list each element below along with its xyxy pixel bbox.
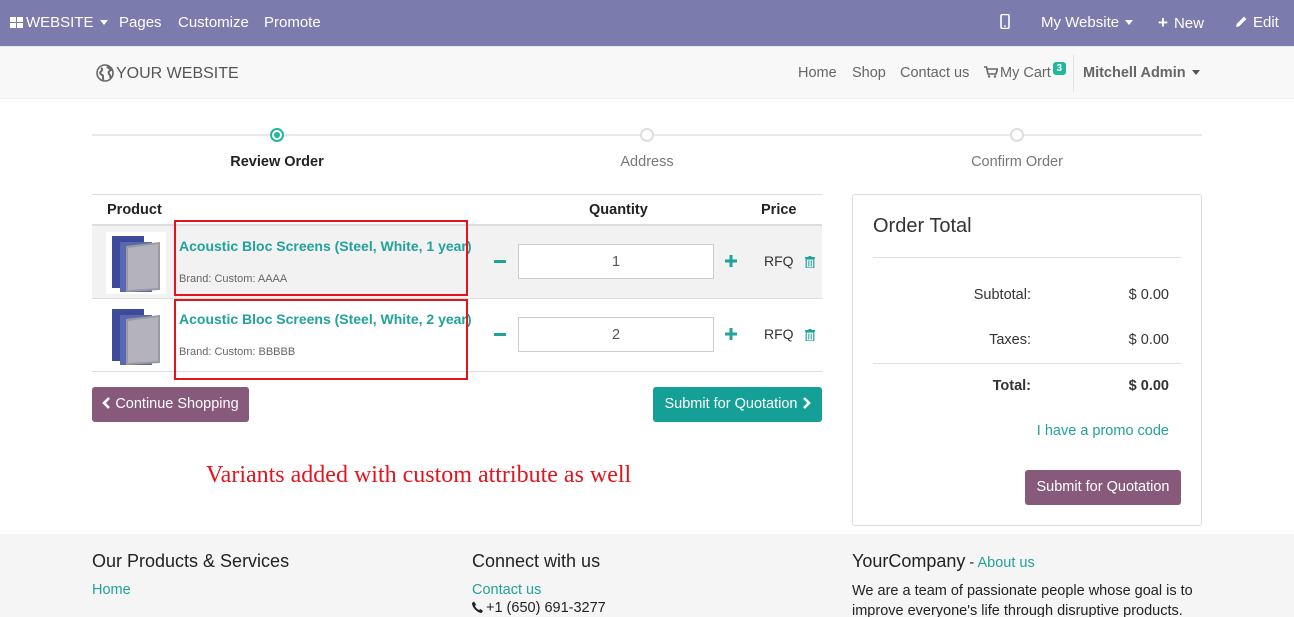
divider [873,363,1181,364]
quantity-input[interactable] [518,317,714,352]
product-thumbnail[interactable] [106,232,166,294]
price-value: RFQ [764,253,794,269]
footer-company-column: YourCompany - About us We are a team of … [852,551,1202,617]
price-value: RFQ [764,326,794,342]
footer-phone: +1 (650) 691-3277 [472,598,606,617]
chevron-down-icon [1191,69,1200,75]
new-label: New [1173,15,1204,32]
user-name: Mitchell Admin [1083,65,1186,81]
chevron-left-icon [102,397,111,409]
company-description: We are a team of passionate people whose… [852,583,1193,617]
increase-quantity-button[interactable] [725,324,739,344]
apps-grid-icon [10,17,23,28]
logo-text: YOUR WEBSITE [116,65,239,82]
divider [873,257,1181,258]
highlight-box [174,220,468,296]
column-product: Product [107,202,162,218]
highlight-box [174,299,468,380]
decrease-quantity-button[interactable] [494,324,506,344]
about-us-link[interactable]: About us [978,555,1035,571]
footer-products-column: Our Products & Services Home [92,551,289,598]
user-menu[interactable]: Mitchell Admin [1083,47,1200,100]
continue-shopping-button[interactable]: Continue Shopping [92,387,249,422]
footer-products-title: Our Products & Services [92,551,290,571]
column-price: Price [761,202,797,218]
phone-icon [472,601,483,613]
step-label-address: Address [620,154,674,170]
footer-phone-number: +1 (650) 691-3277 [486,600,606,616]
subtotal-value: $ 0.00 [1128,287,1169,303]
taxes-label: Taxes: [989,332,1031,348]
nav-divider [1073,55,1074,92]
step-label-confirm-order: Confirm Order [971,154,1063,170]
nav-my-cart[interactable]: My Cart 3 [984,47,1066,100]
plus-icon: + [1158,13,1168,32]
nav-home[interactable]: Home [798,47,837,100]
my-website-menu[interactable]: My Website [1041,0,1134,46]
quantity-input[interactable] [518,244,714,279]
step-indicator-review-order [270,128,284,142]
order-total-title: Order Total [873,215,972,237]
mobile-preview-button[interactable] [1000,0,1010,46]
cart-label: My Cart [1000,65,1051,81]
order-submit-quotation-button[interactable]: Submit for Quotation [1025,470,1181,505]
step-indicator-confirm-order [1010,128,1024,142]
annotation-caption: Variants added with custom attribute as … [206,462,632,488]
continue-shopping-label: Continue Shopping [115,396,239,412]
site-header: YOUR WEBSITE Home Shop Contact us My Car… [0,46,1294,99]
plus-icon [725,328,737,340]
total-label: Total: [992,378,1031,394]
chevron-down-icon [1125,19,1134,25]
product-thumbnail[interactable] [106,305,166,367]
trash-icon[interactable] [805,329,815,341]
total-value: $ 0.00 [1128,378,1169,394]
promote-menu[interactable]: Promote [264,0,321,46]
footer-connect-column: Connect with us Contact us +1 (650) 691-… [472,551,606,617]
footer-connect-title: Connect with us [472,551,601,571]
mobile-icon [1000,13,1010,30]
submit-quotation-button[interactable]: Submit for Quotation [653,387,822,422]
footer-company-title: YourCompany - About us [852,551,1202,572]
minus-icon [494,260,506,263]
edit-label: Edit [1253,14,1279,31]
plus-icon [725,255,737,267]
nav-shop[interactable]: Shop [852,47,886,100]
column-quantity: Quantity [589,202,648,218]
site-footer: Our Products & Services Home Connect wit… [0,534,1294,617]
website-admin-bar: WEBSITE Pages Customize Promote My Websi… [0,0,1294,46]
decrease-quantity-button[interactable] [494,251,506,271]
promo-code-link[interactable]: I have a promo code [1037,423,1169,439]
submit-quotation-label: Submit for Quotation [664,396,798,412]
increase-quantity-button[interactable] [725,251,739,271]
pages-menu[interactable]: Pages [119,0,162,46]
company-title-separator: - [965,555,978,571]
step-indicator-address [640,128,654,142]
site-logo[interactable]: YOUR WEBSITE [96,64,239,84]
globe-icon [96,64,114,82]
subtotal-label: Subtotal: [973,287,1031,303]
chevron-right-icon [802,397,811,409]
step-label-review-order: Review Order [230,154,324,170]
chevron-down-icon [99,19,108,25]
new-button[interactable]: + New [1158,0,1204,46]
edit-button[interactable]: Edit [1235,0,1279,46]
minus-icon [494,333,506,336]
cart-icon [984,66,999,78]
cart-count-badge: 3 [1052,62,1066,75]
footer-home-link[interactable]: Home [92,582,289,598]
footer-contact-link[interactable]: Contact us [472,582,606,598]
company-name: YourCompany [852,551,966,571]
website-menu-label: WEBSITE [26,14,94,31]
nav-contact-us[interactable]: Contact us [900,47,969,100]
order-total-panel: Order Total Subtotal: $ 0.00 Taxes: $ 0.… [852,194,1202,526]
taxes-value: $ 0.00 [1128,332,1169,348]
website-menu[interactable]: WEBSITE [10,0,108,46]
pencil-icon [1236,16,1247,27]
trash-icon[interactable] [805,256,815,268]
my-website-label: My Website [1041,14,1120,31]
customize-menu[interactable]: Customize [178,0,249,46]
